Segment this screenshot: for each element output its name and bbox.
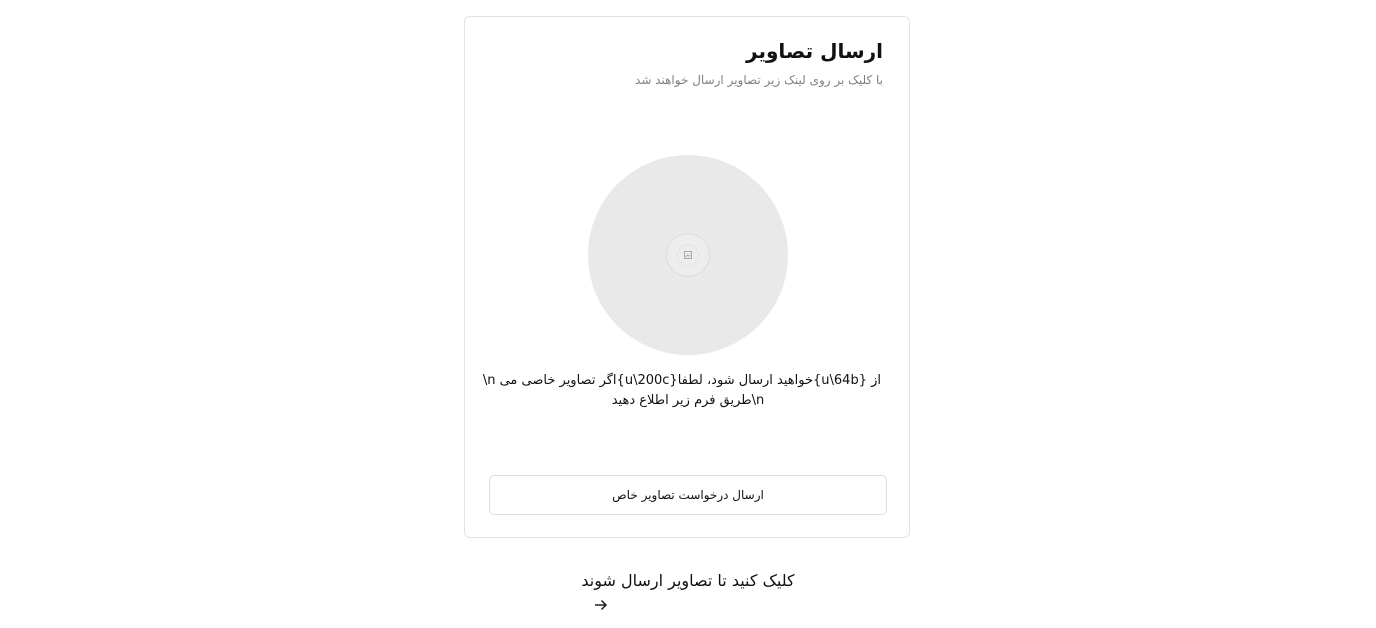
send-images-link-label: کلیک کنید تا تصاویر ارسال شوند	[581, 571, 795, 590]
preview-ring	[666, 233, 710, 277]
description-line-1: از {u\64b}خواهید ارسال شود، لطفا{u\200c}…	[482, 373, 881, 388]
request-special-images-button[interactable]: ارسال درخواست تصاویر خاص	[489, 475, 887, 515]
preview-ring-inner	[677, 244, 699, 266]
send-images-card: ارسال تصاویر با کلیک بر روی لینک زیر تصا…	[464, 16, 910, 538]
image-icon	[684, 251, 692, 259]
description-text: از {u\64b}خواهید ارسال شود، لطفا{u\200c}…	[482, 371, 881, 411]
card-subtitle: با کلیک بر روی لینک زیر تصاویر ارسال خوا…	[635, 73, 883, 87]
card-title: ارسال تصاویر	[746, 39, 883, 63]
image-preview-placeholder	[588, 155, 788, 355]
arrow-right-icon	[595, 600, 607, 610]
description-line-2: n\طریق فرم زیر اطلاع دهید	[611, 393, 765, 408]
send-images-link[interactable]: کلیک کنید تا تصاویر ارسال شوند	[560, 571, 816, 610]
